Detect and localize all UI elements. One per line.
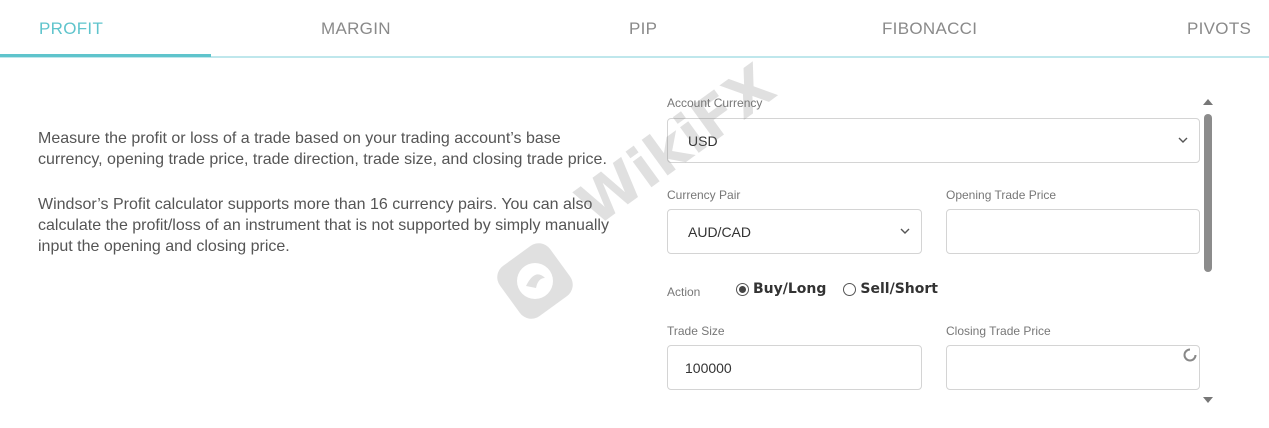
action-label: Action (667, 285, 701, 299)
trade-size-label: Trade Size (667, 324, 725, 338)
sell-short-radio[interactable]: Sell/Short (843, 281, 938, 297)
trade-size-value: 100000 (685, 360, 732, 376)
chevron-down-icon (899, 225, 911, 237)
radio-checked-icon (736, 282, 749, 296)
currency-pair-label: Currency Pair (667, 188, 741, 202)
tab-pip[interactable]: PIP (629, 19, 657, 39)
currency-pair-select[interactable]: AUD/CAD (667, 209, 922, 254)
trade-size-input[interactable]: 100000 (667, 345, 922, 390)
sell-short-label: Sell/Short (860, 281, 938, 297)
description-paragraph-2: Windsor’s Profit calculator supports mor… (38, 196, 609, 255)
calculator-tabs: PROFIT MARGIN PIP FIBONACCI PIVOTS (0, 0, 1269, 58)
scrollbar-thumb[interactable] (1204, 114, 1212, 272)
buy-long-label: Buy/Long (753, 281, 827, 297)
currency-pair-value: AUD/CAD (688, 224, 752, 240)
chevron-down-icon (1177, 134, 1189, 146)
closing-price-label: Closing Trade Price (946, 324, 1051, 338)
tab-fibonacci[interactable]: FIBONACCI (882, 19, 977, 39)
action-radio-group: Buy/Long Sell/Short (736, 281, 955, 297)
scroll-up-arrow-icon[interactable] (1203, 99, 1213, 105)
account-currency-select[interactable]: USD (667, 118, 1200, 163)
scroll-down-arrow-icon[interactable] (1203, 397, 1213, 403)
tab-profit[interactable]: PROFIT (39, 19, 103, 39)
tab-margin[interactable]: MARGIN (321, 19, 391, 39)
radio-unchecked-icon (843, 282, 857, 296)
description-paragraph-1: Measure the profit or loss of a trade ba… (38, 130, 607, 168)
active-tab-indicator (0, 54, 211, 57)
account-currency-value: USD (688, 133, 718, 149)
buy-long-radio[interactable]: Buy/Long (736, 281, 826, 297)
loading-spinner-icon (1183, 348, 1197, 362)
closing-price-input[interactable] (946, 345, 1200, 390)
opening-price-label: Opening Trade Price (946, 188, 1057, 202)
account-currency-label: Account Currency (667, 96, 763, 110)
opening-price-input[interactable] (946, 209, 1200, 254)
tab-pivots[interactable]: PIVOTS (1187, 19, 1251, 39)
